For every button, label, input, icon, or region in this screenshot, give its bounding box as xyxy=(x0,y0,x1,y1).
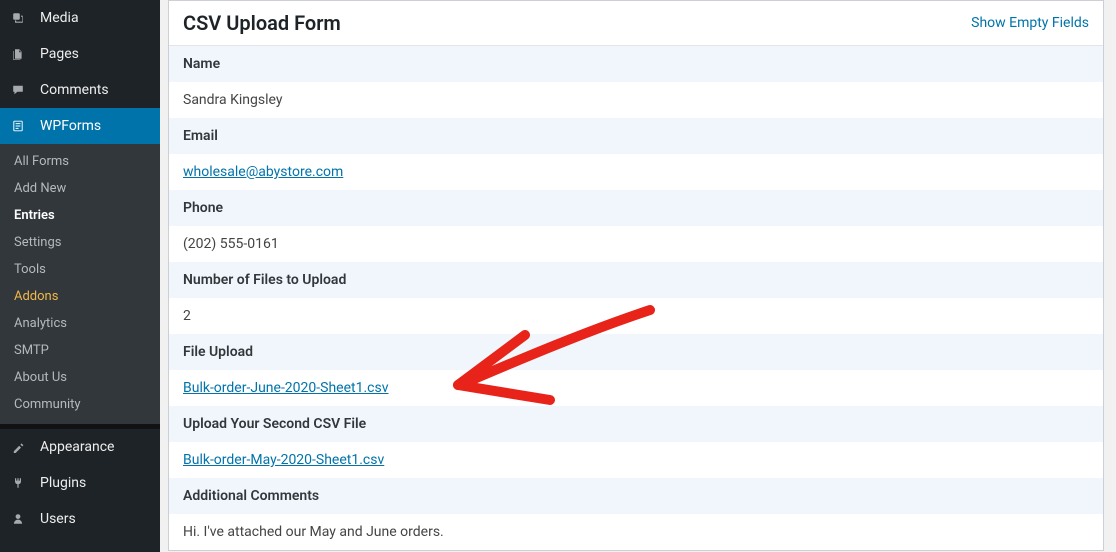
field-label: File Upload xyxy=(169,334,1103,370)
field-label: Email xyxy=(169,118,1103,154)
field-label: Phone xyxy=(169,190,1103,226)
admin-sidebar: Media Pages Comments WPForms All FormsAdd N… xyxy=(0,0,160,552)
submenu-item-settings[interactable]: Settings xyxy=(0,229,160,256)
appearance-icon xyxy=(12,437,32,457)
field-value: Bulk-order-May-2020-Sheet1.csv xyxy=(169,442,1103,478)
field-value: wholesale@abystore.com xyxy=(169,154,1103,190)
field-value: Hi. I've attached our May and June order… xyxy=(169,514,1103,550)
sidebar-item-comments[interactable]: Comments xyxy=(0,72,160,108)
field-label: Number of Files to Upload xyxy=(169,262,1103,298)
plugins-icon xyxy=(12,473,32,493)
submenu-item-addons[interactable]: Addons xyxy=(0,283,160,310)
field-label: Additional Comments xyxy=(169,478,1103,514)
show-empty-fields-link[interactable]: Show Empty Fields xyxy=(971,15,1089,31)
sidebar-item-label: Pages xyxy=(40,46,79,62)
sidebar-item-media[interactable]: Media xyxy=(0,0,160,36)
field-label: Name xyxy=(169,46,1103,82)
field-value-link[interactable]: Bulk-order-June-2020-Sheet1.csv xyxy=(183,380,389,396)
sidebar-item-label: Comments xyxy=(40,82,109,98)
comments-icon xyxy=(12,80,32,100)
submenu-item-tools[interactable]: Tools xyxy=(0,256,160,283)
main-content: CSV Upload Form Show Empty Fields NameSa… xyxy=(160,0,1116,552)
submenu-item-analytics[interactable]: Analytics xyxy=(0,310,160,337)
submenu-item-add-new[interactable]: Add New xyxy=(0,175,160,202)
wpforms-submenu: All FormsAdd NewEntriesSettingsToolsAddo… xyxy=(0,144,160,424)
panel-title: CSV Upload Form xyxy=(183,11,341,35)
entry-panel: CSV Upload Form Show Empty Fields NameSa… xyxy=(168,0,1104,551)
submenu-item-smtp[interactable]: SMTP xyxy=(0,337,160,364)
sidebar-item-label: Appearance xyxy=(40,439,114,455)
submenu-item-community[interactable]: Community xyxy=(0,391,160,418)
field-value: (202) 555-0161 xyxy=(169,226,1103,262)
sidebar-item-users[interactable]: Users xyxy=(0,501,160,537)
field-value: Bulk-order-June-2020-Sheet1.csv xyxy=(169,370,1103,406)
sidebar-item-pages[interactable]: Pages xyxy=(0,36,160,72)
sidebar-item-label: Users xyxy=(40,511,76,527)
wpforms-icon xyxy=(12,116,32,136)
sidebar-item-label: Media xyxy=(40,10,79,26)
sidebar-item-appearance[interactable]: Appearance xyxy=(0,429,160,465)
users-icon xyxy=(12,509,32,529)
sidebar-item-label: WPForms xyxy=(40,118,101,134)
field-value-link[interactable]: wholesale@abystore.com xyxy=(183,164,343,180)
submenu-item-about[interactable]: About Us xyxy=(0,364,160,391)
field-label: Upload Your Second CSV File xyxy=(169,406,1103,442)
sidebar-item-wpforms[interactable]: WPForms xyxy=(0,108,160,144)
field-value: 2 xyxy=(169,298,1103,334)
media-icon xyxy=(12,8,32,28)
submenu-item-all-forms[interactable]: All Forms xyxy=(0,148,160,175)
sidebar-item-label: Plugins xyxy=(40,475,86,491)
field-value: Sandra Kingsley xyxy=(169,82,1103,118)
sidebar-item-plugins[interactable]: Plugins xyxy=(0,465,160,501)
panel-header: CSV Upload Form Show Empty Fields xyxy=(169,1,1103,46)
submenu-item-entries[interactable]: Entries xyxy=(0,202,160,229)
pages-icon xyxy=(12,44,32,64)
field-value-link[interactable]: Bulk-order-May-2020-Sheet1.csv xyxy=(183,452,384,468)
